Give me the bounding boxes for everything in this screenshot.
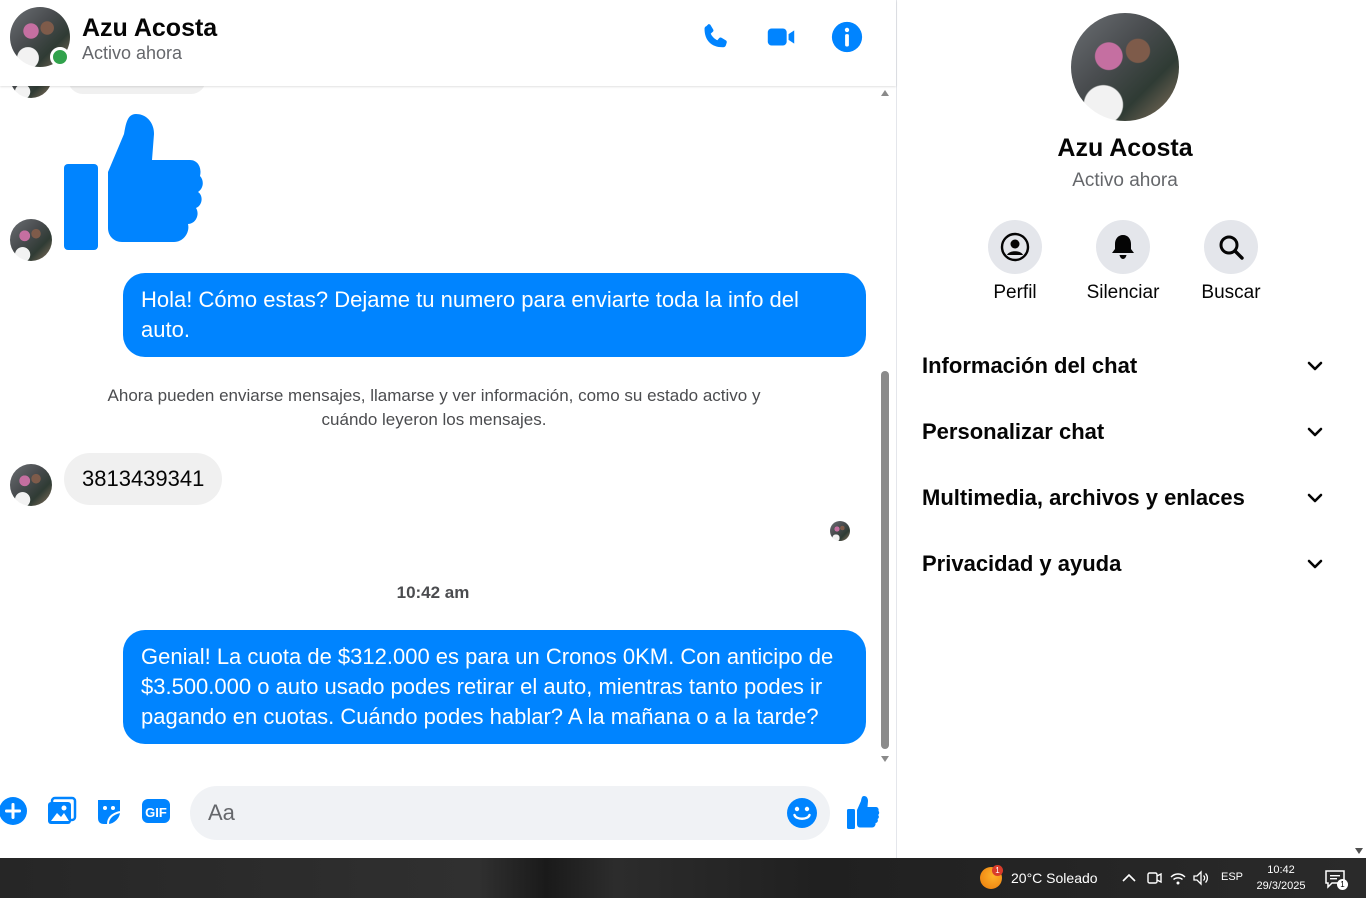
message-bubble-outgoing[interactable]: Hola! Cómo estas? Dejame tu numero para … <box>123 273 866 357</box>
chat-panel: Azu Acosta Activo ahora Hola! Cómo estas… <box>0 0 896 858</box>
gif-icon[interactable]: GIF <box>141 796 171 826</box>
section-chat-info[interactable]: Información del chat <box>907 336 1335 396</box>
profile-avatar[interactable] <box>1071 13 1179 121</box>
chevron-down-icon <box>1307 427 1323 437</box>
meet-icon[interactable] <box>1145 869 1163 887</box>
profile-icon <box>1000 232 1030 262</box>
messenger-app: Azu Acosta Activo ahora Hola! Cómo estas… <box>0 0 1366 858</box>
chevron-up-icon[interactable] <box>1120 869 1138 887</box>
seen-avatar <box>830 521 850 541</box>
chat-header: Azu Acosta Activo ahora <box>0 0 896 86</box>
scroll-down-arrow[interactable] <box>881 756 889 762</box>
clock[interactable]: 10:42 29/3/2025 <box>1250 862 1312 894</box>
profile-name: Azu Acosta <box>1057 134 1193 162</box>
avatar <box>10 219 52 261</box>
thumbs-up-icon[interactable] <box>846 796 880 830</box>
video-call-icon[interactable] <box>764 20 798 54</box>
clock-time: 10:42 <box>1267 864 1295 876</box>
chevron-down-icon <box>1307 559 1323 569</box>
notification-badge: 1 <box>1337 879 1348 890</box>
page-scrollbar[interactable] <box>1352 0 1366 858</box>
message-input[interactable] <box>208 786 768 840</box>
conversation-info-panel: Azu Acosta Activo ahora Perfil Silenciar <box>896 0 1352 858</box>
message-list[interactable]: Hola! Cómo estas? Dejame tu numero para … <box>0 86 878 766</box>
section-customize-chat[interactable]: Personalizar chat <box>907 402 1335 462</box>
message-scrollbar[interactable] <box>878 86 892 766</box>
avatar <box>10 86 52 98</box>
chevron-down-icon <box>1307 493 1323 503</box>
volume-icon[interactable] <box>1192 869 1210 887</box>
sticker-icon[interactable] <box>94 796 124 826</box>
search-label: Buscar <box>1201 282 1261 303</box>
section-privacy-support[interactable]: Privacidad y ayuda <box>907 534 1335 594</box>
info-icon[interactable] <box>830 20 864 54</box>
contact-status: Activo ahora <box>82 43 183 63</box>
search-button[interactable]: Buscar <box>1176 220 1286 304</box>
search-icon <box>1219 235 1244 260</box>
composer: GIF <box>0 766 896 858</box>
image-icon[interactable] <box>47 796 77 826</box>
message-timestamp: 10:42 am <box>396 583 470 602</box>
emoji-icon[interactable] <box>786 797 818 829</box>
clock-date: 29/3/2025 <box>1256 880 1306 892</box>
weather-badge: 1 <box>992 865 1003 876</box>
section-title: Multimedia, archivos y enlaces <box>922 485 1245 510</box>
svg-text:GIF: GIF <box>145 805 167 820</box>
section-media-files-links[interactable]: Multimedia, archivos y enlaces <box>907 468 1335 528</box>
contact-name[interactable]: Azu Acosta <box>82 14 217 43</box>
profile-button[interactable]: Perfil <box>960 220 1070 304</box>
profile-label: Perfil <box>993 282 1037 303</box>
avatar <box>10 464 52 506</box>
thumbs-up-icon <box>64 114 203 250</box>
message-bubble-partial <box>68 86 206 94</box>
bell-icon <box>1112 235 1134 259</box>
chevron-down-icon <box>1307 361 1323 371</box>
mute-button[interactable]: Silenciar <box>1068 220 1178 304</box>
mute-label: Silenciar <box>1086 282 1160 303</box>
weather-text[interactable]: 20°C Soleado <box>1011 870 1098 886</box>
scrollbar-thumb[interactable] <box>881 371 889 749</box>
section-title: Información del chat <box>922 353 1138 378</box>
message-bubble-outgoing[interactable]: Genial! La cuota de $312.000 es para un … <box>123 630 866 744</box>
profile-status: Activo ahora <box>1072 170 1178 191</box>
scroll-down-arrow[interactable] <box>1355 848 1363 854</box>
windows-taskbar: 1 20°C Soleado ESP 10:42 29/3/2025 1 <box>0 858 1366 898</box>
scroll-up-arrow[interactable] <box>881 90 889 96</box>
plus-icon[interactable] <box>0 796 28 826</box>
online-indicator <box>50 47 70 67</box>
message-input-box[interactable] <box>190 786 830 840</box>
language-indicator[interactable]: ESP <box>1221 871 1243 883</box>
section-title: Privacidad y ayuda <box>922 551 1122 576</box>
message-bubble-incoming[interactable]: 3813439341 <box>64 453 223 505</box>
section-title: Personalizar chat <box>922 419 1105 444</box>
phone-icon[interactable] <box>698 20 732 54</box>
wifi-icon[interactable] <box>1169 869 1187 887</box>
system-notice: Ahora pueden enviarse mensajes, llamarse… <box>107 386 761 429</box>
